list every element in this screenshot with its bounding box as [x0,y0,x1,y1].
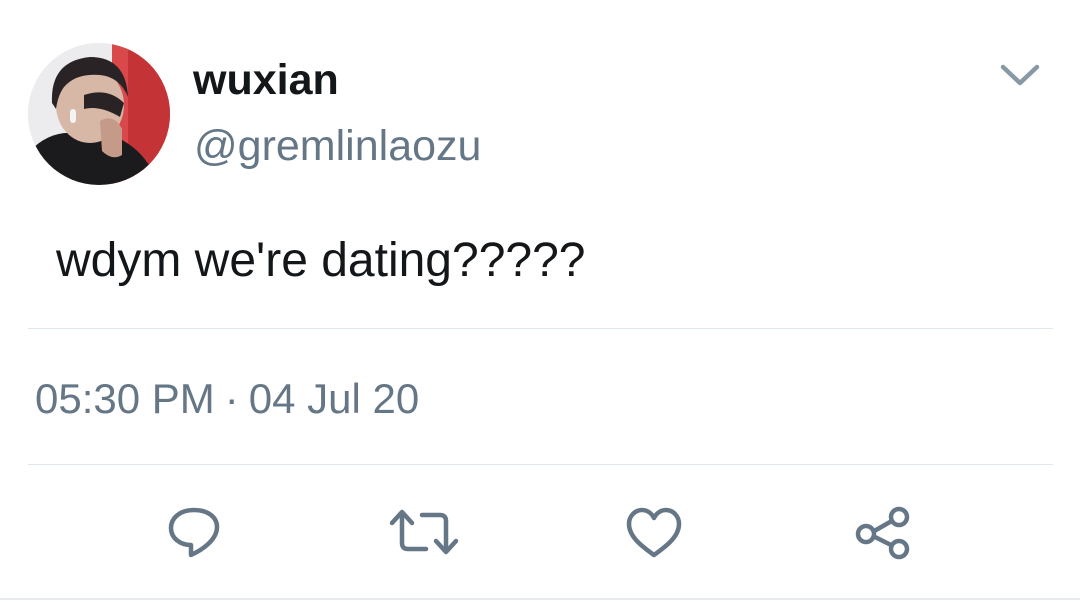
avatar-photo-icon [28,43,170,185]
display-name[interactable]: wuxian [193,55,339,105]
speech-bubble-icon [168,507,220,558]
divider [0,598,1080,600]
heart-icon [626,507,682,558]
divider [28,328,1053,329]
chevron-down-icon [1000,64,1040,86]
like-button[interactable] [624,505,684,561]
more-options-button[interactable] [998,60,1042,90]
avatar[interactable] [28,43,170,185]
divider [28,464,1053,465]
reply-button[interactable] [164,505,224,561]
tweet-timestamp[interactable]: 05:30 PM · 04 Jul 20 [35,374,419,424]
timestamp-separator: · [224,375,239,422]
user-handle[interactable]: @gremlinlaozu [194,121,481,171]
share-icon [855,506,910,560]
retweet-arrows-icon [389,509,459,555]
tweet-date: 04 Jul 20 [248,375,420,422]
retweet-button[interactable] [388,505,459,561]
tweet-time: 05:30 PM [35,375,215,422]
tweet-card: wuxian @gremlinlaozu wdym we're dating??… [0,0,1080,604]
tweet-text: wdym we're dating????? [56,234,586,287]
share-button[interactable] [853,505,913,561]
